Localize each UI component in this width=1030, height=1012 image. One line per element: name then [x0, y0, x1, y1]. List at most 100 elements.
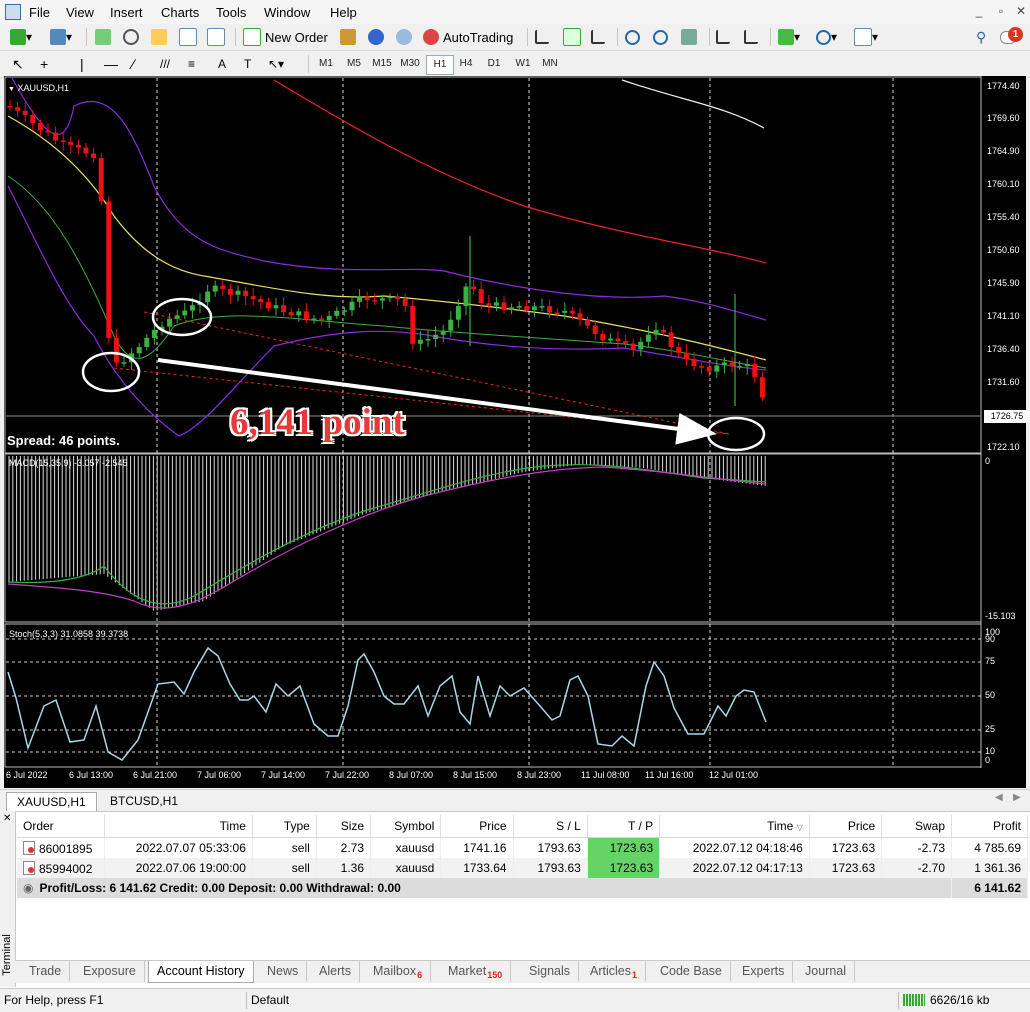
tab-account-history[interactable]: Account History [148, 961, 254, 983]
text-label-button[interactable]: T [244, 54, 251, 74]
tf-h1[interactable]: H1 [426, 55, 454, 75]
arrows-button[interactable]: ↖▾ [268, 54, 284, 74]
close-icon[interactable]: ✕ [1012, 4, 1030, 20]
tf-d1[interactable]: D1 [481, 55, 507, 73]
close-terminal-icon[interactable]: ✕ [3, 813, 11, 824]
autoscroll-icon [744, 30, 758, 44]
candle-body [227, 288, 233, 295]
periods-button[interactable]: ▾ [816, 27, 837, 47]
crosshair-button[interactable]: + [40, 54, 48, 74]
chart-window[interactable]: ▼ XAUUSD,H1 Spread: 46 points. 6,141 poi… [4, 76, 1030, 788]
tab-mailbox[interactable]: Mailbox6 [365, 961, 432, 982]
templates-button[interactable]: ▾ [854, 27, 878, 47]
strategy-tester-button[interactable] [207, 27, 225, 47]
vertical-line-button[interactable]: | [80, 54, 84, 74]
candle-body [167, 318, 173, 327]
tf-mn[interactable]: MN [537, 55, 563, 73]
menu-tools[interactable]: Tools [216, 5, 246, 20]
data-window-button[interactable] [151, 27, 167, 47]
new-order-button[interactable]: New Order [243, 27, 328, 47]
tab-trade[interactable]: Trade [21, 961, 71, 982]
new-chart-button[interactable]: ▾ [10, 27, 32, 47]
tab-code-base[interactable]: Code Base [652, 961, 731, 982]
col-close-time[interactable]: Time ▽ [659, 815, 810, 838]
profiles-button[interactable]: ▾ [50, 27, 72, 47]
tab-market[interactable]: Market150 [440, 961, 512, 982]
scroll-left-icon[interactable]: ◀ [995, 792, 1003, 803]
tab-news[interactable]: News [259, 961, 308, 982]
menu-file[interactable]: File [29, 5, 50, 20]
autoscroll-button[interactable] [744, 27, 758, 47]
zoom-out-button[interactable] [653, 27, 668, 47]
terminal-button[interactable] [179, 27, 197, 47]
col-open-time[interactable]: Time [104, 815, 253, 838]
metaeditor-button[interactable] [340, 27, 356, 47]
restore-icon[interactable]: ▫ [992, 4, 1010, 20]
candle-body [91, 153, 97, 159]
chart-tab-xauusd[interactable]: XAUUSD,H1 [6, 792, 97, 811]
col-type[interactable]: Type [252, 815, 317, 838]
scroll-right-icon[interactable]: ▶ [1013, 792, 1021, 803]
market-watch-button[interactable] [95, 27, 111, 47]
tile-windows-button[interactable] [681, 27, 697, 47]
annotation-ellipse-exit [706, 416, 766, 452]
search-button[interactable]: ⚲ [976, 27, 986, 47]
horizontal-line-button[interactable]: — [104, 54, 118, 74]
col-symbol[interactable]: Symbol [370, 815, 442, 838]
col-order[interactable]: Order [17, 815, 106, 838]
tf-m30[interactable]: M30 [397, 55, 423, 73]
candle-body [113, 337, 119, 363]
col-price[interactable]: Price [440, 815, 514, 838]
indicators-button[interactable]: ▾ [778, 27, 800, 47]
text-button[interactable]: A [218, 54, 226, 74]
col-profit[interactable]: Profit [951, 815, 1028, 838]
tf-m1[interactable]: M1 [313, 55, 339, 73]
bar-chart-button[interactable] [535, 27, 549, 47]
minimize-icon[interactable]: _ [970, 4, 988, 20]
menu-window[interactable]: Window [264, 5, 310, 20]
navigator-button[interactable] [123, 27, 139, 47]
table-row[interactable]: 86001895 2022.07.07 05:33:06 sell 2.73 x… [17, 837, 1028, 858]
tab-experts[interactable]: Experts [734, 961, 794, 982]
line-chart-button[interactable] [591, 27, 605, 47]
tab-exposure[interactable]: Exposure [75, 961, 145, 982]
tf-m15[interactable]: M15 [369, 55, 395, 73]
menu-insert[interactable]: Insert [110, 5, 143, 20]
cursor-button[interactable]: ↖ [12, 54, 24, 74]
tab-journal[interactable]: Journal [797, 961, 855, 982]
menu-view[interactable]: View [66, 5, 94, 20]
tab-articles[interactable]: Articles1 [582, 961, 646, 982]
candle-body [379, 298, 385, 301]
fibo-button[interactable]: ≡ [188, 54, 195, 74]
table-row[interactable]: 85994002 2022.07.06 19:00:00 sell 1.36 x… [17, 858, 1028, 878]
tf-h4[interactable]: H4 [453, 55, 479, 73]
chart-tab-btcusd[interactable]: BTCUSD,H1 [100, 792, 188, 810]
col-sl[interactable]: S / L [513, 815, 588, 838]
candle-body [220, 285, 226, 289]
candlestick-button[interactable] [563, 27, 581, 47]
candle-body [53, 132, 59, 141]
menu-charts[interactable]: Charts [161, 5, 199, 20]
community-button[interactable] [368, 27, 384, 47]
col-size[interactable]: Size [316, 815, 372, 838]
tf-m5[interactable]: M5 [341, 55, 367, 73]
terminal-side-bar: ✕ Terminal [0, 811, 16, 987]
menu-help[interactable]: Help [330, 5, 357, 20]
candle-body [106, 201, 112, 338]
tab-alerts[interactable]: Alerts [311, 961, 360, 982]
col-close-price[interactable]: Price [809, 815, 883, 838]
trendline-button[interactable]: ∕ [132, 54, 134, 74]
col-tp[interactable]: T / P [587, 815, 661, 838]
candle-body [30, 114, 36, 124]
zoom-in-button[interactable] [625, 27, 640, 47]
chart-canvas[interactable] [4, 76, 1026, 788]
notifications-button[interactable]: 1 [1000, 27, 1023, 47]
channel-button[interactable]: /// [160, 54, 170, 74]
signals-button[interactable] [396, 27, 412, 47]
chart-shift-button[interactable] [716, 27, 730, 47]
tab-signals[interactable]: Signals [521, 961, 579, 982]
autotrading-button[interactable]: AutoTrading [423, 27, 513, 47]
tf-w1[interactable]: W1 [510, 55, 536, 73]
zoom-in-icon [625, 29, 640, 45]
col-swap[interactable]: Swap [881, 815, 953, 838]
